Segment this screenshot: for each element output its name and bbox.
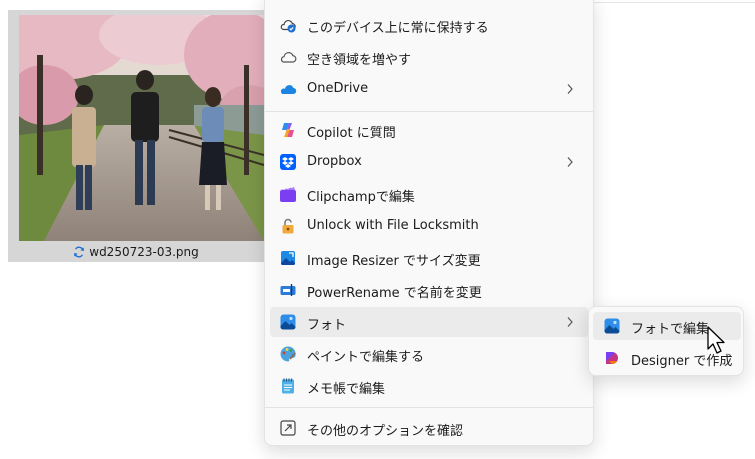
mouse-cursor-icon xyxy=(707,326,725,354)
power-rename-icon xyxy=(280,284,296,296)
menu-item-label: メモ帳で編集 xyxy=(307,382,386,397)
menu-item-label: PowerRename で名前を変更 xyxy=(307,286,482,301)
chevron-right-icon xyxy=(567,84,573,94)
file-item-selected[interactable]: wd250723-03.png xyxy=(8,10,264,262)
menu-item-label: 空き領域を増やす xyxy=(307,53,412,68)
image-resizer-icon xyxy=(281,251,295,266)
image-thumbnail xyxy=(19,15,264,241)
clipchamp-icon xyxy=(280,186,296,202)
menu-item-label: その他のオプションを確認 xyxy=(307,424,464,439)
menu-item-label: Unlock with File Locksmith xyxy=(307,218,479,233)
lock-icon xyxy=(282,218,294,234)
menu-item-notepad[interactable]: メモ帳で編集 xyxy=(270,371,588,401)
paint-icon xyxy=(280,346,296,362)
photos-icon xyxy=(604,318,620,334)
cloud-outline-icon xyxy=(280,52,297,63)
menu-item-image-resizer[interactable]: Image Resizer でサイズ変更 xyxy=(270,243,588,273)
more-options-icon xyxy=(280,420,296,436)
menu-item-paint[interactable]: ペイントで編集する xyxy=(270,339,588,369)
menu-item-always-keep[interactable]: このデバイス上に常に保持する xyxy=(270,10,588,40)
designer-icon xyxy=(606,352,618,364)
menu-item-photos[interactable]: フォト xyxy=(270,307,588,337)
menu-item-dropbox[interactable]: Dropbox xyxy=(270,147,588,177)
menu-item-file-locksmith[interactable]: Unlock with File Locksmith xyxy=(270,211,588,241)
onedrive-icon xyxy=(280,85,297,95)
menu-item-label: ペイントで編集する xyxy=(307,350,425,365)
menu-item-label: OneDrive xyxy=(307,81,369,96)
menu-item-clipchamp[interactable]: Clipchampで編集 xyxy=(270,179,588,209)
submenu-item-label: フォトで編集 xyxy=(631,322,710,337)
menu-item-power-rename[interactable]: PowerRename で名前を変更 xyxy=(270,275,588,305)
menu-item-onedrive[interactable]: OneDrive xyxy=(270,74,588,104)
context-menu: このデバイス上に常に保持する 空き領域を増やす OneDrive Copilot… xyxy=(264,0,594,446)
copilot-icon xyxy=(282,123,294,137)
menu-separator xyxy=(265,407,593,408)
chevron-right-icon xyxy=(567,157,573,167)
menu-item-label: Dropbox xyxy=(307,154,362,169)
menu-item-label: Copilot に質問 xyxy=(307,126,396,141)
menu-item-copilot[interactable]: Copilot に質問 xyxy=(270,115,588,145)
menu-separator xyxy=(265,111,593,112)
notepad-icon xyxy=(282,378,294,394)
cloud-keep-icon xyxy=(280,19,296,33)
menu-item-label: Image Resizer でサイズ変更 xyxy=(307,254,481,269)
file-name: wd250723-03.png xyxy=(89,245,199,259)
menu-item-label: このデバイス上に常に保持する xyxy=(307,21,489,36)
menu-item-more-options[interactable]: その他のオプションを確認 xyxy=(270,413,588,443)
menu-item-label: フォト xyxy=(307,318,347,333)
menu-item-label: Clipchampで編集 xyxy=(307,190,415,205)
dropbox-icon xyxy=(280,154,296,170)
chevron-right-icon xyxy=(567,317,573,327)
window-divider xyxy=(594,2,755,3)
file-name-label: wd250723-03.png xyxy=(8,245,264,259)
sync-status-icon xyxy=(74,246,85,258)
photos-icon xyxy=(280,314,296,330)
menu-item-free-space[interactable]: 空き領域を増やす xyxy=(270,42,588,72)
